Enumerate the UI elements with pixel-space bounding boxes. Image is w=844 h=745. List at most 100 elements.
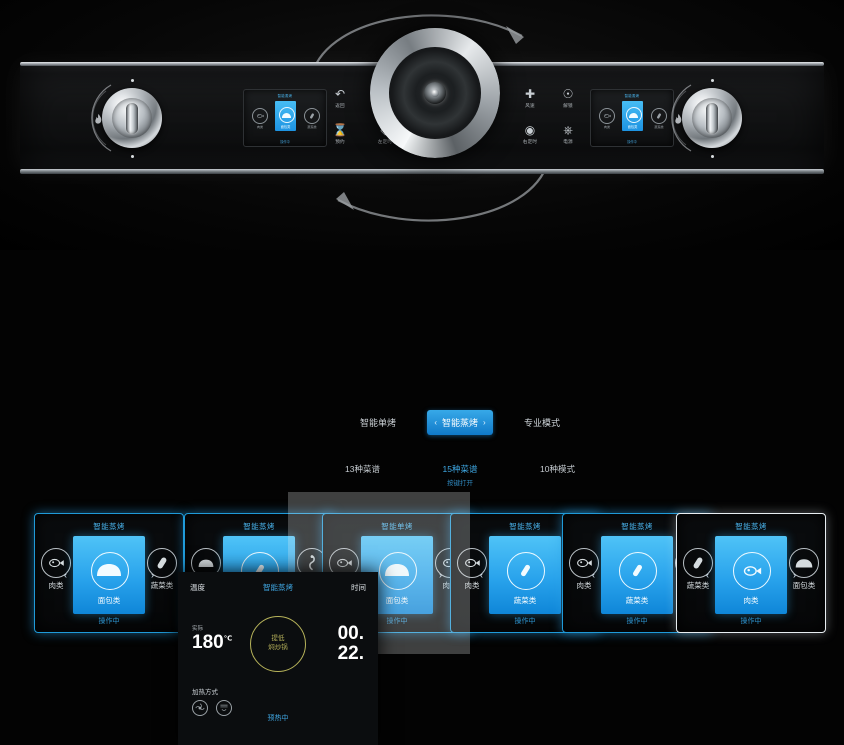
button-fan-speed-label: 风速 [525,103,535,108]
bread-shape [97,564,121,576]
mode-selector-section: 智能单烤 ‹ 智能蒸烤 › 专业模式 13种菜谱 15种菜谱 按键打开 10种模… [0,395,844,495]
screen-selected-label: 肉类 [743,596,759,605]
chevron-right-icon[interactable]: › [483,418,486,427]
vegetable-icon [157,557,167,569]
screen-variant-1[interactable]: 智能蒸烤 肉类 ‹ › 面包类 蔬菜类 操作中 [34,513,184,633]
screen-selected-category[interactable]: ‹ › 面包类 [64,536,154,614]
popup-time-block: 00. 22. [338,624,364,664]
popup-temperature-block: 实际 180℃ [192,624,232,653]
tab-single-roast[interactable]: 智能单烤 [360,416,396,429]
button-unlock[interactable]: ☉ 解锁 [548,87,588,109]
meat-icon [465,558,480,568]
left-mini-display[interactable]: 智能蒸烤 肉类 面包类 蔬菜类 操作中 [243,89,327,147]
screen-next-category[interactable]: 面包类 [789,548,819,590]
popup-temperature-caption: 实际 [192,626,204,632]
screen-prev-label: 肉类 [576,581,592,590]
popup-program-dial[interactable]: 提低 焖炒锅 [250,616,306,672]
hero-control-panel-section: 智能蒸烤 肉类 面包类 蔬菜类 操作中 ↶ 返回 ✚ 风速 ☉ 解锁 ⌛ 预约 … [0,0,844,250]
vegetable-icon [619,552,657,590]
fan-speed-icon: ✚ [524,87,536,101]
tab-steam-roast[interactable]: ‹ 智能蒸烤 › [427,409,493,435]
bread-icon [795,559,813,568]
screen-selected-category[interactable]: ‹ › 蔬菜类 [592,536,682,614]
tab-professional-mode[interactable]: 专业模式 [524,416,560,429]
screen-prev-label: 蔬菜类 [686,581,710,590]
button-appointment[interactable]: ⌛ 预约 [320,123,360,145]
bread-icon [379,552,417,590]
right-control-knob[interactable] [671,79,749,158]
popup-heating-mode-label: 加热方式 [192,689,218,696]
right-mini-display-prev-category[interactable]: 肉类 [599,108,615,129]
mode-tabs: 智能单烤 ‹ 智能蒸烤 › 专业模式 [360,407,560,437]
popup-mode-header: 智能蒸烤 [263,582,293,592]
left-mini-display-selected[interactable]: 面包类 [275,101,296,131]
left-mini-display-prev-category[interactable]: 肉类 [252,108,268,129]
bread-icon [198,559,214,567]
subtitle-steam-roast: 15种菜谱 按键打开 [443,463,478,487]
vegetable-icon [693,557,703,569]
knob-slot-indicator [126,103,138,134]
button-fan-speed[interactable]: ✚ 风速 [510,87,550,109]
screen-selected-category[interactable]: ‹ › 肉类 [706,536,796,614]
button-back[interactable]: ↶ 返回 [320,87,360,109]
left-mini-display-status: 操作中 [280,140,290,144]
screen-title: 智能单烤 [381,522,413,531]
left-mini-display-title: 智能蒸烤 [277,94,293,98]
right-mini-display-prev-label: 肉类 [603,125,611,129]
right-mini-display-next-category[interactable]: 蔬菜类 [651,108,667,129]
right-mini-display-next-label: 蔬菜类 [654,125,664,129]
popup-program-line2: 焖炒锅 [268,644,288,651]
screen-next-category[interactable]: 蔬菜类 [147,548,177,590]
popup-time-line2: 22. [337,642,364,664]
popup-temperature-value: 180℃ [192,632,233,653]
right-mini-display-status: 操作中 [627,140,637,144]
popup-program-line1: 提低 [271,635,285,643]
screen-title: 智能蒸烤 [243,522,275,531]
meat-icon [577,558,592,568]
chevron-left-icon[interactable]: ‹ [434,418,437,427]
knob-marker-bottom [131,155,134,158]
chevron-left-icon[interactable]: ‹ [480,570,483,580]
button-appointment-label: 预约 [335,139,345,144]
screen-title: 智能蒸烤 [93,522,125,531]
meat-shape [743,566,762,576]
right-mini-display-selected[interactable]: 面包类 [622,101,643,131]
button-right-timer-label: 右定时 [522,139,538,144]
knob-marker-bottom [711,155,714,158]
vegetable-icon [310,113,314,119]
screen-variants-strip: 智能蒸烤 肉类 ‹ › 面包类 蔬菜类 操作中 智能蒸烤 智能单烤 › 面包类 … [0,505,844,640]
button-right-timer[interactable]: ◉ 右定时 [510,123,550,145]
popup-temperature-unit: ℃ [223,635,233,643]
chevron-left-icon[interactable]: ‹ [592,570,595,580]
popup-preheat-status: 预热中 [267,715,289,722]
flame-icon [675,114,682,124]
screen-status: 操作中 [98,618,120,625]
vegetable-icon [657,113,661,119]
right-timer-icon: ◉ [524,123,536,137]
screen-prev-label: 肉类 [464,581,480,590]
chevron-left-icon[interactable]: ‹ [64,570,67,580]
subtitle-professional-mode: 10种模式 [540,464,575,474]
subtitle-single-roast: 13种菜谱 [345,464,380,474]
meat-icon [733,552,771,590]
knob-slot-indicator [706,103,718,134]
screen-selected-category[interactable]: ‹ › 蔬菜类 [480,536,570,614]
screen-variant-6[interactable]: 智能蒸烤 蔬菜类 ‹ › 肉类 面包类 操作中 [676,513,826,633]
vegetable-icon [507,552,545,590]
right-mini-display[interactable]: 智能蒸烤 肉类 面包类 蔬菜类 操作中 [590,89,674,147]
center-magnifier-lens [370,28,500,158]
left-mini-display-next-category[interactable]: 蔬菜类 [304,108,320,129]
popup-temperature-header: 温度 [190,582,205,592]
left-control-knob[interactable] [91,79,169,158]
screen-status: 操作中 [740,618,762,625]
button-unlock-label: 解锁 [563,103,573,108]
knob-marker-top [131,79,134,82]
button-back-label: 返回 [335,103,345,108]
popup-time-line1: 00. [337,623,364,644]
button-power[interactable]: ⎈ 电源 [548,123,588,145]
chevron-left-icon[interactable]: ‹ [706,570,709,580]
screen-prev-label: 肉类 [48,581,64,590]
subtitle-steam-roast-main: 15种菜谱 [442,464,478,474]
button-power-label: 电源 [563,139,573,144]
cooking-detail-popup[interactable]: 温度 智能蒸烤 时间 实际 180℃ 提低 焖炒锅 00. 22. 加热方式 预… [178,572,378,745]
